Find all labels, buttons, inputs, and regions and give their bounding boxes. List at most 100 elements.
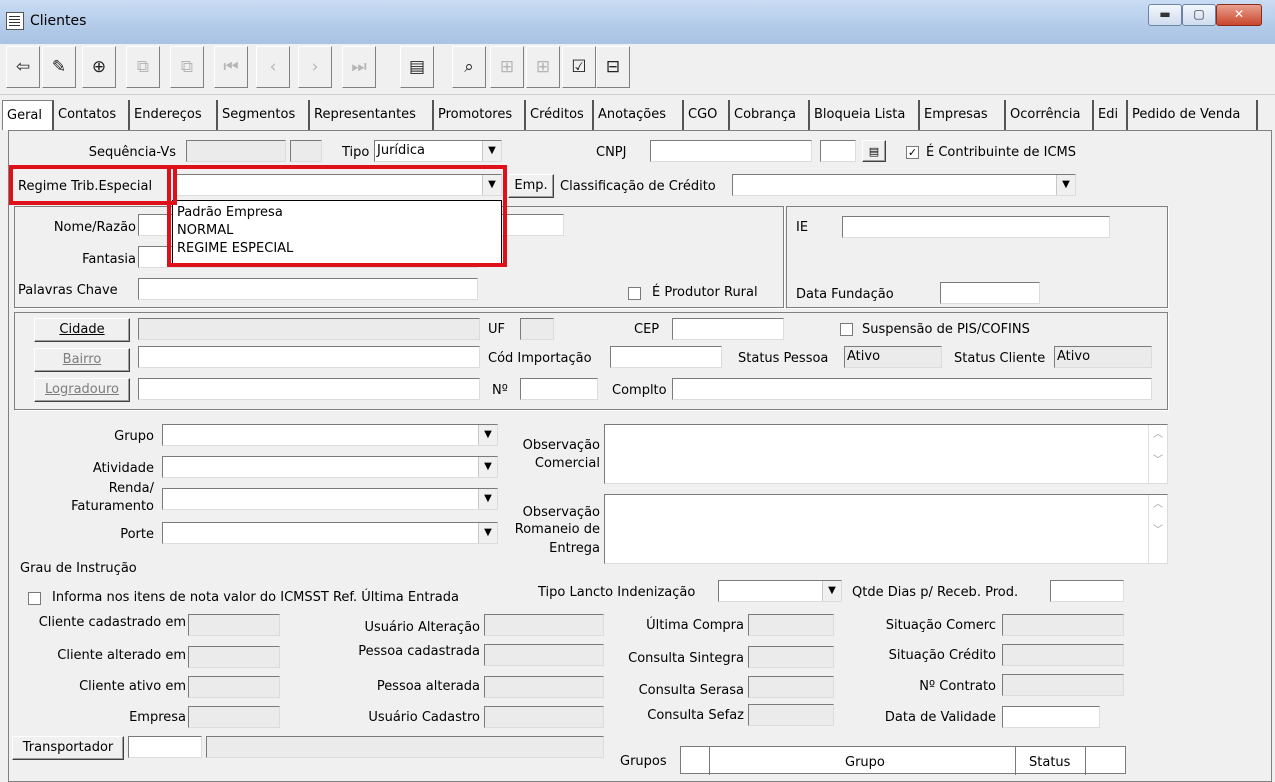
usuario-cadastro-field[interactable]	[484, 706, 604, 728]
add-icon[interactable]: ⊕	[82, 46, 116, 88]
logradouro-button[interactable]: Logradouro	[34, 378, 130, 402]
produtor-checkbox[interactable]	[628, 287, 641, 300]
chevron-down-icon[interactable]: ▼	[822, 581, 841, 601]
tree-icon[interactable]: ⊟	[596, 46, 630, 88]
search-icon[interactable]: ⌕	[452, 46, 486, 88]
data-validade-field[interactable]	[1002, 706, 1100, 728]
bairro-field[interactable]	[138, 346, 480, 368]
transportador-code-field[interactable]	[128, 736, 202, 758]
chevron-down-icon[interactable]: ▼	[478, 523, 497, 543]
qtde-dias-field[interactable]	[1050, 580, 1124, 602]
tab-geral[interactable]: Geral	[2, 100, 54, 130]
consulta-sefaz-field[interactable]	[748, 704, 834, 726]
n-contrato-field[interactable]	[1002, 674, 1124, 696]
cli-alterado-field[interactable]	[188, 646, 280, 668]
situacao-comerc-field[interactable]	[1002, 614, 1124, 636]
cidade-button[interactable]: Cidade	[34, 318, 130, 342]
cep-field[interactable]	[672, 318, 784, 340]
obs-romaneio-textarea[interactable]: ︿ ﹀	[604, 494, 1168, 564]
scrollbar[interactable]: ︿ ﹀	[1148, 425, 1167, 483]
copy-icon[interactable]: ⧉	[126, 46, 160, 88]
tab-pedido-de-venda[interactable]: Pedido de Venda	[1128, 100, 1258, 130]
tab-promotores[interactable]: Promotores	[434, 100, 526, 130]
maximize-button[interactable]: ▢	[1182, 4, 1216, 26]
logradouro-field[interactable]	[138, 378, 480, 400]
cnpj-lookup-icon[interactable]: ▤	[862, 140, 886, 162]
cli-ativo-field[interactable]	[188, 676, 280, 698]
porte-select[interactable]: ▼	[162, 522, 498, 544]
edit-icon[interactable]: ✎	[42, 46, 76, 88]
complto-field[interactable]	[672, 378, 1152, 400]
tab-ocorrencia[interactable]: Ocorrência	[1006, 100, 1094, 130]
tab-creditos[interactable]: Créditos	[526, 100, 594, 130]
suspensao-checkbox[interactable]	[840, 323, 853, 336]
renda-select[interactable]: ▼	[162, 488, 498, 510]
transportador-name-field[interactable]	[206, 736, 604, 758]
situacao-credito-field[interactable]	[1002, 644, 1124, 666]
last-record-icon[interactable]: ⏭	[342, 46, 376, 88]
informa-checkbox[interactable]	[28, 592, 41, 605]
grid-col-status[interactable]: Status	[1029, 755, 1070, 770]
link2-icon[interactable]: ⊞	[526, 46, 560, 88]
notes-icon[interactable]: ▤	[400, 46, 434, 88]
tab-cgo[interactable]: CGO	[684, 100, 730, 130]
uf-field[interactable]	[520, 318, 554, 340]
tab-enderecos[interactable]: Endereços	[130, 100, 218, 130]
sequencia-field[interactable]	[186, 140, 286, 162]
chevron-down-icon[interactable]: ▼	[478, 489, 497, 509]
data-fundacao-field[interactable]	[940, 282, 1040, 304]
contribuinte-checkbox[interactable]: ✓	[906, 146, 919, 159]
ultima-compra-field[interactable]	[748, 614, 834, 636]
tipo-select[interactable]: Jurídica ▼	[374, 140, 502, 162]
tab-contatos[interactable]: Contatos	[54, 100, 130, 130]
tab-segmentos[interactable]: Segmentos	[218, 100, 310, 130]
emp-button[interactable]: Emp.	[508, 174, 554, 198]
cnpj-digit-field[interactable]	[820, 140, 856, 162]
ie-field[interactable]	[842, 216, 1110, 238]
palavras-field[interactable]	[138, 278, 478, 300]
exit-icon[interactable]: ⇦	[6, 46, 40, 88]
classificacao-select[interactable]: ▼	[732, 174, 1076, 196]
cnpj-field[interactable]	[650, 140, 812, 162]
tab-anotacoes[interactable]: Anotações	[594, 100, 684, 130]
bairro-button[interactable]: Bairro	[34, 348, 130, 372]
grid-col-grupo[interactable]: Grupo	[845, 755, 885, 770]
first-record-icon[interactable]: ⏮	[214, 46, 248, 88]
cli-cadastrado-field[interactable]	[188, 614, 280, 636]
sequencia-digit-field[interactable]	[290, 140, 322, 162]
usuario-alteracao-field[interactable]	[484, 614, 604, 636]
status-cliente-field[interactable]: Ativo	[1054, 346, 1152, 368]
tab-cobranca[interactable]: Cobrança	[730, 100, 810, 130]
tipo-lancto-select[interactable]: ▼	[718, 580, 842, 602]
tab-representantes[interactable]: Representantes	[310, 100, 434, 130]
pessoa-alterada-field[interactable]	[484, 676, 604, 698]
empresa-field[interactable]	[188, 706, 280, 728]
prev-record-icon[interactable]: ‹	[256, 46, 290, 88]
pessoa-cadastrada-field[interactable]	[484, 644, 604, 666]
checklist-icon[interactable]: ☑	[562, 46, 596, 88]
obs-comercial-textarea[interactable]: ︿ ﹀	[604, 424, 1168, 484]
transportador-button[interactable]: Transportador	[12, 736, 124, 760]
cidade-field[interactable]	[138, 318, 480, 340]
link-icon[interactable]: ⊞	[490, 46, 524, 88]
status-pessoa-field[interactable]: Ativo	[844, 346, 942, 368]
atividade-select[interactable]: ▼	[162, 456, 498, 478]
consulta-sintegra-field[interactable]	[748, 646, 834, 668]
tab-edi[interactable]: Edi	[1094, 100, 1128, 130]
chevron-down-icon[interactable]: ▼	[1056, 175, 1075, 195]
grupo-select[interactable]: ▼	[162, 424, 498, 446]
tab-empresas[interactable]: Empresas	[920, 100, 1006, 130]
chevron-down-icon[interactable]: ▼	[478, 425, 497, 445]
tab-bloqueia-lista[interactable]: Bloqueia Lista	[810, 100, 920, 130]
chevron-down-icon[interactable]: ▼	[482, 141, 501, 161]
paste-icon[interactable]: ⧉	[170, 46, 204, 88]
numero-field[interactable]	[520, 378, 598, 400]
consulta-serasa-field[interactable]	[748, 676, 834, 698]
cod-importacao-field[interactable]	[610, 346, 722, 368]
close-button[interactable]: ✕	[1216, 4, 1262, 26]
minimize-button[interactable]: ▬	[1148, 4, 1182, 26]
scrollbar[interactable]: ︿ ﹀	[1148, 495, 1167, 563]
grupos-grid[interactable]: Grupo Status	[680, 746, 1126, 775]
chevron-down-icon[interactable]: ▼	[478, 457, 497, 477]
next-record-icon[interactable]: ›	[298, 46, 332, 88]
